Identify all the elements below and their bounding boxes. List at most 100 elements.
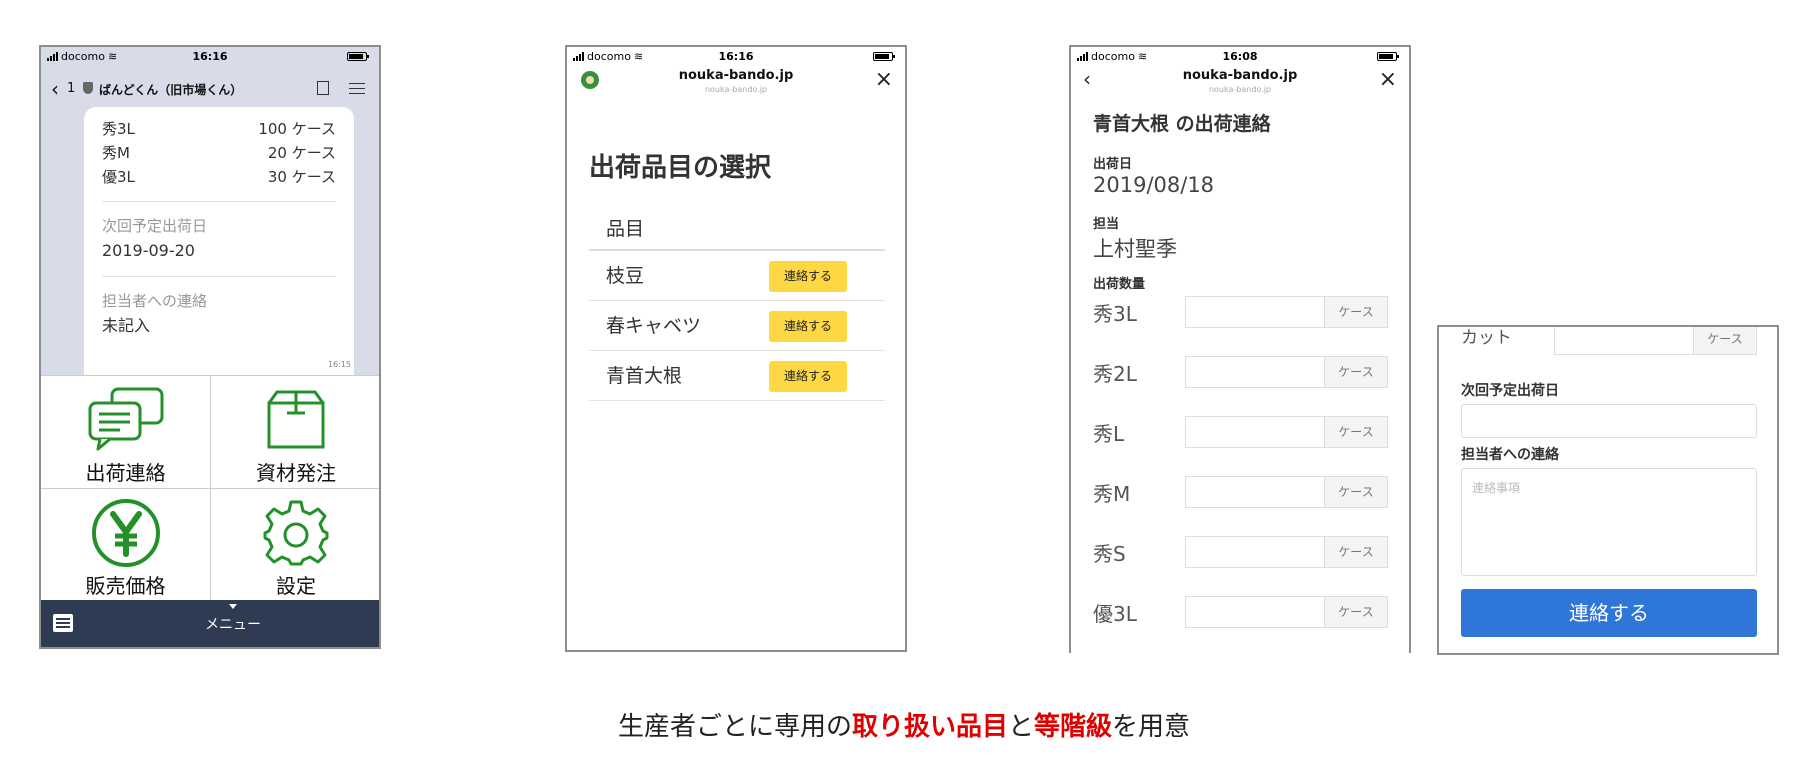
menu-settings[interactable]: 設定 xyxy=(211,489,379,602)
item-name: 青首大根 xyxy=(606,365,683,387)
person-value: 上村聖季 xyxy=(1093,237,1177,261)
next-date-label: 次回予定出荷日 xyxy=(1461,383,1559,399)
menu-caption: 資材発注 xyxy=(256,461,336,485)
unit-addon: ケース xyxy=(1324,416,1388,448)
contact-label: 担当者への連絡 xyxy=(102,292,208,310)
caret-down-icon xyxy=(229,604,237,609)
grade-label: 優3L xyxy=(1093,602,1137,626)
status-bar: docomo ≋ 16:16 xyxy=(41,47,379,67)
rich-menu: 出荷連絡 資材発注 販売価格 設定 xyxy=(41,375,379,603)
quantity-row: 秀2L ケース xyxy=(1093,356,1393,390)
status-time: 16:08 xyxy=(1222,50,1258,63)
back-chevron-icon[interactable]: ‹ xyxy=(51,77,59,101)
quantity-row: 秀M ケース xyxy=(1093,476,1393,510)
status-time: 16:16 xyxy=(192,50,228,63)
note-icon[interactable] xyxy=(317,81,329,95)
table-row: 青首大根 連絡する xyxy=(589,351,885,401)
table-header: 品目 xyxy=(589,207,885,251)
quantity-input[interactable] xyxy=(1185,476,1325,508)
grade-label: 秀L xyxy=(1093,422,1125,446)
grade-label: 秀M xyxy=(1093,482,1131,506)
quantity-input[interactable] xyxy=(1185,536,1325,568)
person-label: 担当 xyxy=(1093,217,1120,232)
contact-label: 担当者への連絡 xyxy=(1461,447,1559,463)
battery-icon xyxy=(873,52,895,61)
contact-button[interactable]: 連絡する xyxy=(769,261,847,292)
quantity-input[interactable] xyxy=(1185,416,1325,448)
chat-bubbles-icon xyxy=(88,387,163,451)
unit-addon: ケース xyxy=(1324,296,1388,328)
item-name: 枝豆 xyxy=(606,265,645,287)
shipping-form-screen: docomo ≋ 16:08 ‹ nouka-bando.jp nouka-ban… xyxy=(1069,45,1411,653)
unit-addon: ケース xyxy=(1324,356,1388,388)
chat-title: ばんどくん（旧市場くん） xyxy=(99,83,243,97)
divider xyxy=(102,201,336,202)
chat-header: ‹ 1 ばんどくん（旧市場くん） xyxy=(41,69,379,109)
table-row: 枝豆 連絡する xyxy=(589,251,885,301)
domain-title: nouka-bando.jp xyxy=(1182,68,1298,83)
menu-sales-price[interactable]: 販売価格 xyxy=(41,489,211,602)
shipping-form-bottom: カット ケース 次回予定出荷日 担当者への連絡 連絡事項 連絡する xyxy=(1437,325,1779,655)
next-date-value: 2019-09-20 xyxy=(102,241,195,260)
line-chat-screen: docomo ≋ 16:16 ‹ 1 ばんどくん（旧市場くん） 秀3L 100 ケー… xyxy=(39,45,381,649)
contact-value: 未記入 xyxy=(102,316,151,335)
box-icon xyxy=(267,390,325,449)
contact-button[interactable]: 連絡する xyxy=(769,311,847,342)
unread-count: 1 xyxy=(67,81,76,96)
quantity-input[interactable] xyxy=(1185,296,1325,328)
menu-caption: 出荷連絡 xyxy=(85,461,166,485)
keyboard-icon[interactable] xyxy=(53,614,73,632)
unit-addon: ケース xyxy=(1324,476,1388,508)
menu-toggle-label: メニュー xyxy=(205,617,261,633)
browser-header: nouka-bando.jp nouka-bando.jp × xyxy=(567,65,905,105)
item-name: 春キャベツ xyxy=(606,315,702,337)
contact-textarea[interactable]: 連絡事項 xyxy=(1461,468,1757,576)
message-timestamp: 16:15 xyxy=(327,360,351,369)
domain-title: nouka-bando.jp xyxy=(678,68,794,83)
unit-addon: ケース xyxy=(1693,327,1757,355)
menu-caption: 販売価格 xyxy=(85,574,166,598)
close-icon[interactable]: × xyxy=(1379,67,1397,92)
browser-header: ‹ nouka-bando.jp nouka-bando.jp × xyxy=(1071,65,1409,105)
quantity-row: 秀S ケース xyxy=(1093,536,1393,570)
yen-icon xyxy=(91,499,160,567)
battery-icon xyxy=(347,52,369,61)
list-item: 秀3L 100 ケース xyxy=(102,120,336,138)
list-item: 優3L 30 ケース xyxy=(102,168,336,186)
grade-label: 秀2L xyxy=(1093,362,1137,386)
grade-label: 秀3L xyxy=(1093,302,1137,326)
next-date-label: 次回予定出荷日 xyxy=(102,217,208,235)
menu-material-order[interactable]: 資材発注 xyxy=(211,376,379,489)
grade-label-cut: カット xyxy=(1461,328,1512,348)
quantity-input[interactable] xyxy=(1554,327,1694,355)
menu-caption: 設定 xyxy=(276,574,316,598)
quantity-row: 秀L ケース xyxy=(1093,416,1393,450)
message-bubble: 秀3L 100 ケース 秀M 20 ケース 優3L 30 ケース 次回予定出荷日 20… xyxy=(84,107,354,401)
quantity-row: 優3L ケース xyxy=(1093,596,1393,630)
contact-button[interactable]: 連絡する xyxy=(769,361,847,392)
ship-date-value: 2019/08/18 xyxy=(1093,173,1215,197)
status-bar: docomo ≋ 16:08 xyxy=(1071,47,1409,67)
quantity-label: 出荷数量 xyxy=(1093,277,1146,292)
quantity-row: 秀3L ケース xyxy=(1093,296,1393,330)
gear-icon xyxy=(263,500,329,566)
quantity-input[interactable] xyxy=(1185,356,1325,388)
submit-button[interactable]: 連絡する xyxy=(1461,589,1757,637)
ship-date-label: 出荷日 xyxy=(1093,157,1133,172)
table-row: 春キャベツ 連絡する xyxy=(589,301,885,351)
close-icon[interactable]: × xyxy=(875,67,893,92)
status-time: 16:16 xyxy=(718,50,754,63)
bottom-menu-bar[interactable]: メニュー xyxy=(41,600,379,647)
caption: 生産者ごとに専用の取り扱い品目と等階級を用意 xyxy=(617,712,1191,742)
form-title: 青首大根 の出荷連絡 xyxy=(1093,113,1271,135)
quantity-input[interactable] xyxy=(1185,596,1325,628)
hamburger-menu-icon[interactable] xyxy=(349,83,365,94)
next-date-input[interactable] xyxy=(1461,404,1757,438)
unit-addon: ケース xyxy=(1324,596,1388,628)
menu-shipping-report[interactable]: 出荷連絡 xyxy=(41,376,211,489)
page-title: 出荷品目の選択 xyxy=(589,153,772,183)
divider xyxy=(102,276,336,277)
domain-subtitle: nouka-bando.jp xyxy=(704,85,768,94)
shield-icon xyxy=(83,82,93,94)
item-selection-screen: docomo ≋ 16:16 nouka-bando.jp nouka-bando… xyxy=(565,45,907,652)
